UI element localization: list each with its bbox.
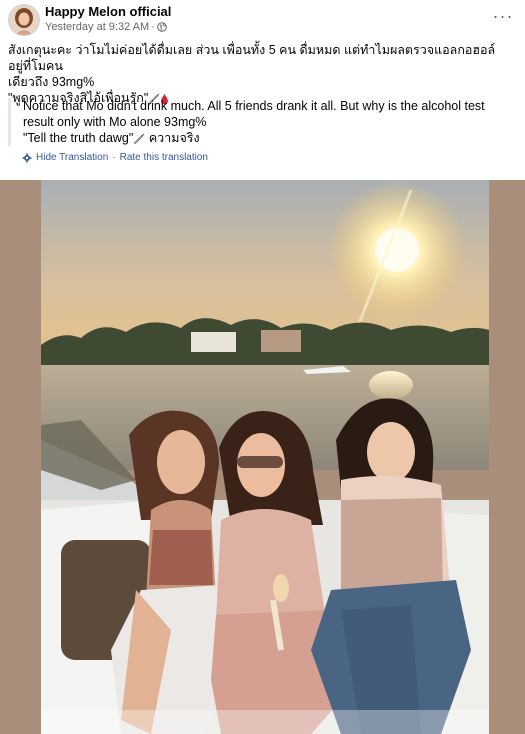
sunset-boat-photo bbox=[41, 180, 489, 734]
post-body-text: สังเกตุนะคะ ว่าโมไม่ค่อยได้ดื่มเลย ส่วน … bbox=[8, 42, 513, 106]
link-separator: · bbox=[112, 152, 116, 163]
page-name-link[interactable]: Happy Melon official bbox=[45, 4, 171, 19]
facebook-post: Happy Melon official Yesterday at 9:32 A… bbox=[0, 0, 525, 734]
photo-container bbox=[0, 180, 525, 734]
post-text-line: สังเกตุนะคะ ว่าโมไม่ค่อยได้ดื่มเลย ส่วน … bbox=[8, 43, 496, 73]
more-horizontal-icon: ··· bbox=[492, 5, 514, 26]
translated-line: Notice that Mo didn't drink much. All 5 … bbox=[23, 99, 485, 113]
page-avatar[interactable] bbox=[8, 4, 40, 36]
post-timestamp[interactable]: Yesterday at 9:32 AM bbox=[45, 21, 149, 33]
translated-line: result only with Mo alone 93mg% bbox=[23, 115, 207, 129]
rate-translation-link[interactable]: Rate this translation bbox=[120, 152, 208, 163]
post-photo[interactable] bbox=[41, 180, 489, 734]
post-header: Happy Melon official Yesterday at 9:32 A… bbox=[0, 0, 525, 40]
more-options-button[interactable]: ··· bbox=[491, 6, 515, 26]
hide-translation-link[interactable]: Hide Translation bbox=[36, 152, 108, 163]
meta-separator: · bbox=[151, 21, 155, 33]
translated-line: "Tell the truth dawg" ความจริง bbox=[23, 131, 200, 145]
globe-icon[interactable] bbox=[157, 22, 167, 32]
translation-controls: Hide Translation · Rate this translation bbox=[22, 152, 208, 163]
syringe-emoji-icon bbox=[134, 133, 145, 144]
gear-icon bbox=[22, 153, 32, 162]
post-meta: Yesterday at 9:32 AM · bbox=[45, 21, 167, 33]
translated-text-block: Notice that Mo didn't drink much. All 5 … bbox=[8, 98, 525, 146]
post-text-line: เดียวถึง 93mg% bbox=[8, 75, 95, 89]
avatar-image bbox=[9, 5, 39, 35]
